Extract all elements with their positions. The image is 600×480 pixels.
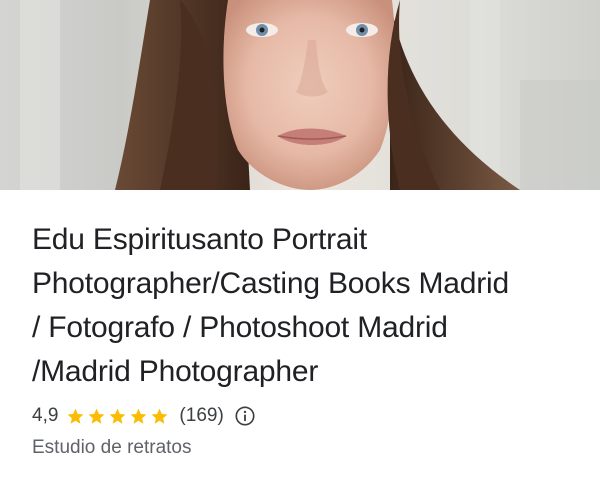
review-count[interactable]: (169)	[179, 405, 223, 427]
star-icon	[152, 408, 168, 424]
title-line: Edu Espiritusanto Portrait	[32, 223, 367, 256]
title-line: /Madrid Photographer	[32, 355, 319, 388]
star-icon	[89, 408, 105, 424]
place-photo[interactable]	[0, 0, 600, 190]
title-line: Photographer/Casting Books Madrid	[32, 267, 510, 300]
title-line: / Fotografo / Photoshoot Madrid	[32, 311, 448, 344]
place-info: Edu Espiritusanto Portrait Photographer/…	[32, 218, 582, 459]
info-circle-icon[interactable]	[234, 405, 256, 427]
star-icon	[68, 408, 84, 424]
place-title[interactable]: Edu Espiritusanto Portrait Photographer/…	[32, 218, 582, 394]
star-icon	[110, 408, 126, 424]
star-icon	[131, 408, 147, 424]
place-category: Estudio de retratos	[32, 437, 192, 458]
portrait-image	[0, 0, 600, 190]
rating-value: 4,9	[32, 405, 59, 426]
place-card: Edu Espiritusanto Portrait Photographer/…	[0, 0, 600, 480]
star-rating	[66, 407, 171, 426]
rating-row: 4,9 (169)	[32, 403, 582, 429]
